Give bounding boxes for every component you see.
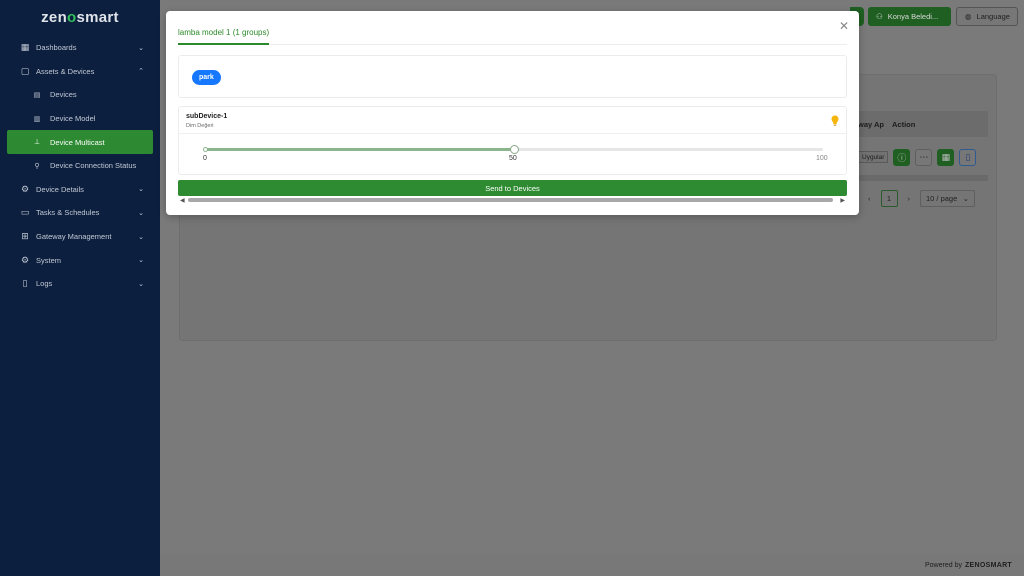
device-name: subDevice-1 bbox=[186, 113, 228, 120]
assets-icon: ▢ bbox=[20, 65, 30, 76]
gear-icon: ⚙ bbox=[20, 254, 30, 265]
chevron-down-icon: ⌄ bbox=[138, 257, 144, 265]
chevron-down-icon: ⌄ bbox=[138, 44, 144, 52]
sidebar-item-label: Assets & Devices bbox=[36, 66, 95, 76]
scroll-right-icon[interactable]: ▶ bbox=[840, 197, 845, 204]
column-header-action: Action bbox=[891, 119, 916, 129]
sidebar-item-device-connection-status[interactable]: ⚲ Device Connection Status bbox=[0, 154, 160, 178]
language-button[interactable]: ◍ Language bbox=[956, 7, 1018, 26]
sidebar-item-gateway-management[interactable]: ⊞ Gateway Management ⌄ bbox=[0, 225, 160, 249]
user-button[interactable]: ⚇ Konya Beledi... bbox=[868, 7, 951, 26]
sidebar-item-label: Dashboards bbox=[36, 43, 77, 53]
language-label: Language bbox=[976, 12, 1010, 21]
device-card: subDevice-1 Dim Değeri 0 50 100 bbox=[178, 106, 847, 175]
row-tag: Uygular bbox=[858, 151, 889, 163]
modal-horizontal-scrollbar[interactable]: ◀ ▶ bbox=[178, 197, 847, 204]
sidebar-item-label: Device Multicast bbox=[50, 137, 105, 147]
sidebar-item-label: Devices bbox=[50, 90, 77, 100]
chevron-down-icon: ⌄ bbox=[138, 186, 144, 194]
scroll-left-icon[interactable]: ◀ bbox=[180, 197, 185, 204]
slider-fill bbox=[205, 148, 514, 151]
sidebar-item-system[interactable]: ⚙ System ⌄ bbox=[0, 248, 160, 272]
slider-value-label: 50 bbox=[509, 155, 517, 162]
sidebar-item-assets-devices[interactable]: ▢ Assets & Devices ⌃ bbox=[0, 60, 160, 84]
sidebar-item-label: Device Details bbox=[36, 184, 84, 194]
sidebar: zen o smart ▦ Dashboards ⌄ ▢ Assets & Devi… bbox=[0, 0, 160, 576]
sidebar-item-device-model[interactable]: ▥ Device Model bbox=[0, 107, 160, 131]
table-row: Uygular ⓘ ⋯ ▦ ▯ bbox=[858, 147, 988, 167]
chevron-down-icon: ⌄ bbox=[138, 280, 144, 288]
slider-min-label: 0 bbox=[203, 155, 207, 162]
chevron-down-icon: ⌄ bbox=[138, 233, 144, 241]
table-scrollbar[interactable] bbox=[858, 175, 988, 181]
sidebar-item-label: Gateway Management bbox=[36, 232, 112, 242]
footer: Powered by ZENOSMART bbox=[160, 554, 1024, 576]
sidebar-item-label: Tasks & Schedules bbox=[36, 208, 100, 218]
sidebar-item-dashboards[interactable]: ▦ Dashboards ⌄ bbox=[0, 36, 160, 60]
sidebar-item-device-multicast[interactable]: ⊥ Device Multicast bbox=[7, 130, 153, 154]
delete-button[interactable]: ▯ bbox=[959, 148, 977, 166]
sidebar-item-label: Logs bbox=[36, 279, 53, 289]
chart-button[interactable]: ▦ bbox=[937, 148, 955, 166]
send-to-devices-button[interactable]: Send to Devices bbox=[178, 180, 847, 196]
multicast-icon: ⊥ bbox=[33, 139, 41, 147]
pagination: ‹ 1 › 10 / page ⌄ bbox=[868, 190, 975, 207]
logo-text-suffix: smart bbox=[76, 8, 119, 26]
page-size-select[interactable]: 10 / page ⌄ bbox=[920, 190, 975, 207]
lightbulb-icon bbox=[831, 115, 839, 126]
sidebar-nav: ▦ Dashboards ⌄ ▢ Assets & Devices ⌃ ▤ De… bbox=[0, 36, 160, 296]
logo-text-o: o bbox=[67, 8, 77, 26]
sidebar-item-devices[interactable]: ▤ Devices bbox=[0, 83, 160, 107]
sidebar-item-label: Device Connection Status bbox=[50, 161, 137, 171]
column-header-gateway: way Ap bbox=[858, 119, 884, 129]
slider-handle[interactable] bbox=[510, 145, 519, 154]
slider-min-dot bbox=[203, 147, 208, 152]
devices-icon: ▤ bbox=[33, 91, 41, 99]
sidebar-item-label: Device Model bbox=[50, 114, 96, 124]
user-icon: ⚇ bbox=[876, 12, 883, 21]
sidebar-item-tasks-schedules[interactable]: ▭ Tasks & Schedules ⌄ bbox=[0, 201, 160, 225]
dim-slider[interactable] bbox=[203, 145, 823, 154]
tab-lamba-model[interactable]: lamba model 1 (1 groups) bbox=[178, 28, 270, 45]
more-button[interactable]: ⋯ bbox=[915, 148, 933, 166]
chevron-down-icon: ⌄ bbox=[962, 194, 969, 203]
connection-icon: ⚲ bbox=[34, 162, 40, 170]
logo-text-prefix: zen bbox=[41, 8, 68, 26]
device-model-icon: ▥ bbox=[33, 115, 41, 123]
chevron-up-icon: ⌃ bbox=[138, 68, 144, 76]
logs-icon: ▯ bbox=[22, 278, 28, 289]
scrollbar-thumb[interactable] bbox=[188, 198, 833, 202]
group-tag[interactable]: park bbox=[192, 70, 221, 85]
globe-icon: ◍ bbox=[965, 12, 972, 21]
footer-brand: ZENOSMART bbox=[964, 561, 1012, 569]
table-header: way Ap Action bbox=[858, 111, 988, 137]
chevron-down-icon: ⌄ bbox=[138, 209, 144, 217]
gateway-icon: ⊞ bbox=[21, 231, 29, 242]
sidebar-item-label: System bbox=[36, 255, 62, 265]
calendar-icon: ▭ bbox=[20, 207, 30, 218]
footer-prefix: Powered by bbox=[925, 561, 962, 569]
slider-max-label: 100 bbox=[816, 155, 828, 162]
logo: zen o smart bbox=[0, 0, 160, 34]
multicast-modal: ✕ lamba model 1 (1 groups) park subDevic… bbox=[166, 11, 859, 215]
group-box: park bbox=[178, 55, 847, 98]
device-divider bbox=[179, 133, 846, 134]
sidebar-item-logs[interactable]: ▯ Logs ⌄ bbox=[0, 272, 160, 296]
device-attribute: Dim Değeri bbox=[186, 123, 214, 129]
modal-tabs: lamba model 1 (1 groups) bbox=[178, 23, 847, 45]
sidebar-item-device-details[interactable]: ⚙ Device Details ⌄ bbox=[0, 178, 160, 202]
next-page-icon[interactable]: › bbox=[908, 194, 911, 203]
device-details-icon: ⚙ bbox=[20, 183, 30, 194]
page-size-label: 10 / page bbox=[926, 194, 958, 203]
user-label: Konya Beledi... bbox=[887, 12, 939, 21]
dashboard-icon: ▦ bbox=[20, 42, 30, 53]
info-button[interactable]: ⓘ bbox=[893, 148, 911, 166]
prev-page-icon[interactable]: ‹ bbox=[868, 194, 871, 203]
page-number[interactable]: 1 bbox=[880, 190, 898, 207]
